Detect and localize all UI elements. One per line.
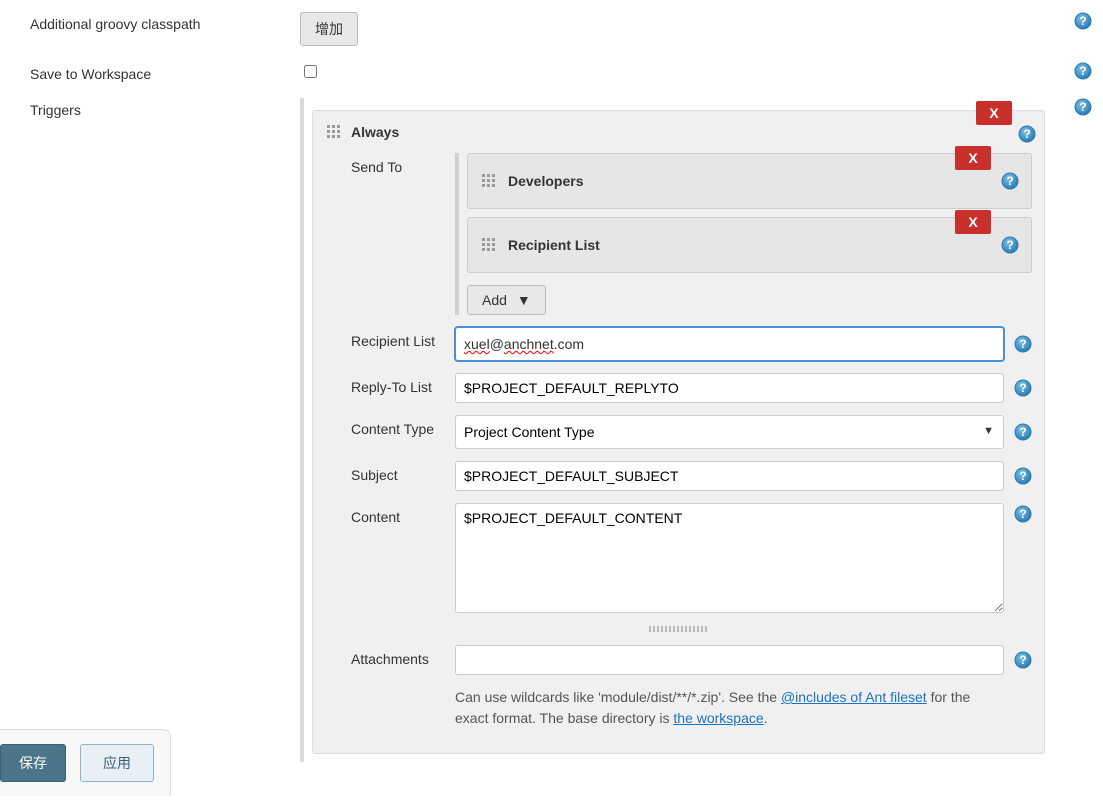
send-to-container: X Developers ? X [455, 153, 1032, 315]
svg-text:?: ? [1023, 127, 1030, 141]
label-triggers: Triggers [0, 90, 290, 762]
workspace-link[interactable]: the workspace [673, 710, 763, 726]
svg-text:?: ? [1019, 425, 1026, 439]
save-button[interactable]: 保存 [0, 744, 66, 782]
svg-text:?: ? [1079, 64, 1086, 78]
help-icon[interactable]: ? [1074, 62, 1092, 80]
remove-trigger-button[interactable]: X [976, 101, 1012, 125]
svg-text:?: ? [1006, 238, 1013, 252]
help-icon[interactable]: ? [1018, 125, 1036, 143]
drag-handle-icon[interactable] [325, 123, 343, 141]
input-text-part: @ [490, 336, 504, 352]
help-icon[interactable]: ? [1014, 467, 1032, 485]
add-send-to-label: Add [482, 292, 507, 308]
help-icon[interactable]: ? [1001, 172, 1019, 190]
svg-text:?: ? [1019, 337, 1026, 351]
ant-fileset-link[interactable]: @includes of Ant fileset [781, 689, 927, 705]
recipient-list-input[interactable]: xuel@anchnet.com [455, 327, 1004, 361]
svg-text:?: ? [1019, 381, 1026, 395]
drag-handle-icon[interactable] [480, 236, 498, 254]
help-icon[interactable]: ? [1014, 423, 1032, 441]
save-to-workspace-checkbox[interactable] [304, 65, 317, 78]
send-to-item-recipient-list: X Recipient List ? [467, 217, 1032, 273]
resize-grip-icon[interactable] [649, 626, 709, 632]
help-icon[interactable]: ? [1001, 236, 1019, 254]
subject-input[interactable] [455, 461, 1004, 491]
label-attachments: Attachments [325, 645, 455, 675]
input-text-part: xuel [464, 336, 490, 352]
send-to-item-developers: X Developers ? [467, 153, 1032, 209]
svg-text:?: ? [1019, 507, 1026, 521]
trigger-always-header: Always [325, 123, 1032, 141]
reply-to-list-input[interactable] [455, 373, 1004, 403]
attachments-input[interactable] [455, 645, 1004, 675]
content-type-select[interactable]: Project Content Type [455, 415, 1004, 449]
help-icon[interactable]: ? [1074, 98, 1092, 116]
help-text-part: . [764, 710, 768, 726]
svg-text:?: ? [1079, 100, 1086, 114]
attachments-help-text: Can use wildcards like 'module/dist/**/*… [455, 687, 1032, 729]
svg-text:?: ? [1019, 653, 1026, 667]
send-to-item-title: Developers [508, 173, 583, 189]
label-additional-classpath: Additional groovy classpath [0, 4, 290, 32]
svg-text:?: ? [1079, 14, 1086, 28]
remove-recipient-list-button[interactable]: X [955, 210, 991, 234]
label-subject: Subject [325, 461, 455, 491]
content-textarea[interactable]: $PROJECT_DEFAULT_CONTENT [455, 503, 1004, 613]
send-to-item-title: Recipient List [508, 237, 600, 253]
label-reply-to-list: Reply-To List [325, 373, 455, 403]
help-icon[interactable]: ? [1074, 12, 1092, 30]
trigger-always-title: Always [351, 124, 399, 140]
help-icon[interactable]: ? [1014, 505, 1032, 523]
label-content: Content [325, 503, 455, 613]
drag-handle-icon[interactable] [480, 172, 498, 190]
label-content-type: Content Type [325, 415, 455, 449]
footer-button-bar: 保存 应用 [0, 729, 171, 796]
apply-button[interactable]: 应用 [80, 744, 154, 782]
help-icon[interactable]: ? [1014, 379, 1032, 397]
caret-down-icon: ▼ [517, 292, 531, 308]
svg-text:?: ? [1006, 174, 1013, 188]
input-text-part: .com [554, 336, 584, 352]
input-text-part: anchnet [504, 336, 554, 352]
label-recipient-list: Recipient List [325, 327, 455, 361]
trigger-always-section: X ? Always Send To X [312, 110, 1045, 754]
add-send-to-button[interactable]: Add ▼ [467, 285, 546, 315]
help-icon[interactable]: ? [1014, 651, 1032, 669]
help-icon[interactable]: ? [1014, 335, 1032, 353]
label-send-to: Send To [325, 153, 455, 315]
svg-text:?: ? [1019, 469, 1026, 483]
triggers-container: X ? Always Send To X [300, 98, 1053, 762]
add-classpath-button[interactable]: 增加 [300, 12, 358, 46]
help-text-part: Can use wildcards like 'module/dist/**/*… [455, 689, 781, 705]
label-save-to-workspace: Save to Workspace [0, 54, 290, 82]
remove-developers-button[interactable]: X [955, 146, 991, 170]
